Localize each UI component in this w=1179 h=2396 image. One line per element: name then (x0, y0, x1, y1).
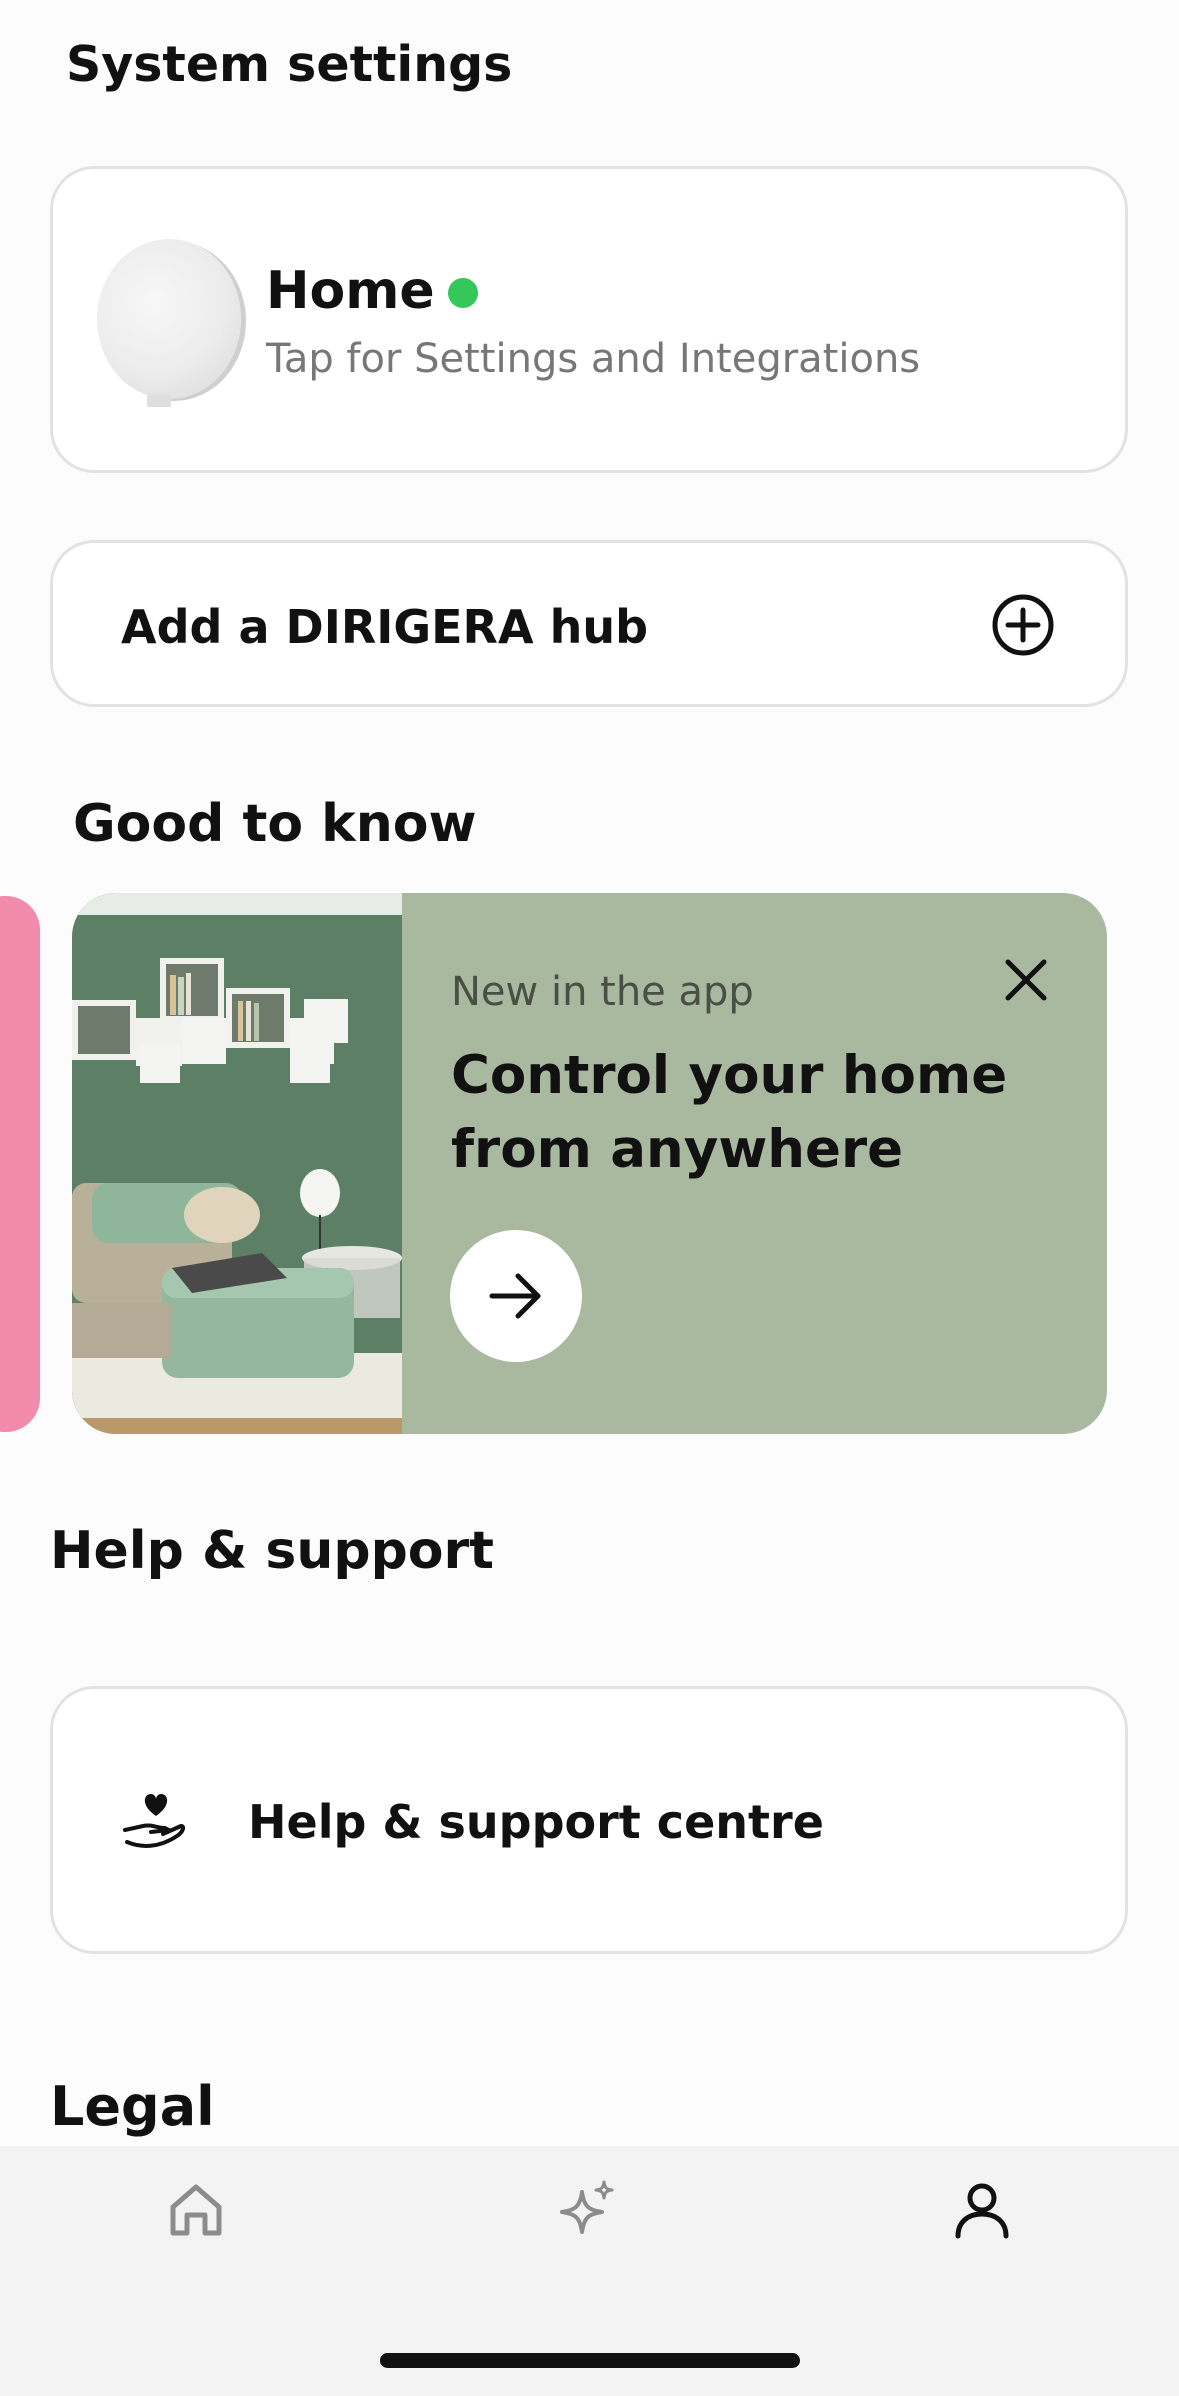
tab-home[interactable] (156, 2170, 236, 2250)
help-support-centre-label: Help & support centre (248, 1795, 824, 1849)
system-settings-title: System settings (66, 36, 513, 93)
tab-profile[interactable] (942, 2170, 1022, 2250)
good-to-know-title: Good to know (73, 794, 477, 854)
tab-inspiration[interactable] (548, 2170, 628, 2250)
hub-card[interactable]: Home Tap for Settings and Integrations (50, 166, 1128, 473)
living-room-image (72, 893, 402, 1434)
hub-device-image (97, 239, 241, 407)
sparkle-icon (560, 2180, 614, 2234)
promo-title: Control your home from anywhere (451, 1045, 1008, 1180)
help-support-centre-button[interactable]: Help & support centre (50, 1686, 1128, 1954)
profile-icon (955, 2183, 1009, 2239)
promo-open-button[interactable] (450, 1230, 582, 1362)
add-hub-button[interactable]: Add a DIRIGERA hub (50, 540, 1128, 707)
promo-card[interactable]: New in the app Control your home from an… (72, 893, 1107, 1434)
hub-online-status-dot (448, 278, 478, 308)
close-icon[interactable] (1003, 957, 1049, 1003)
help-support-title: Help & support (50, 1521, 495, 1581)
home-indicator (380, 2353, 800, 2368)
previous-promo-card[interactable] (0, 896, 40, 1432)
add-hub-label: Add a DIRIGERA hub (121, 600, 649, 654)
hand-heart-icon (123, 1794, 186, 1848)
promo-kicker: New in the app (451, 969, 754, 1015)
legal-title: Legal (50, 2075, 215, 2138)
home-icon (170, 2184, 222, 2236)
arrow-right-icon (489, 1273, 541, 1319)
plus-circle-icon (992, 594, 1054, 656)
hub-subtitle: Tap for Settings and Integrations (266, 336, 921, 382)
hub-name: Home (266, 261, 435, 321)
